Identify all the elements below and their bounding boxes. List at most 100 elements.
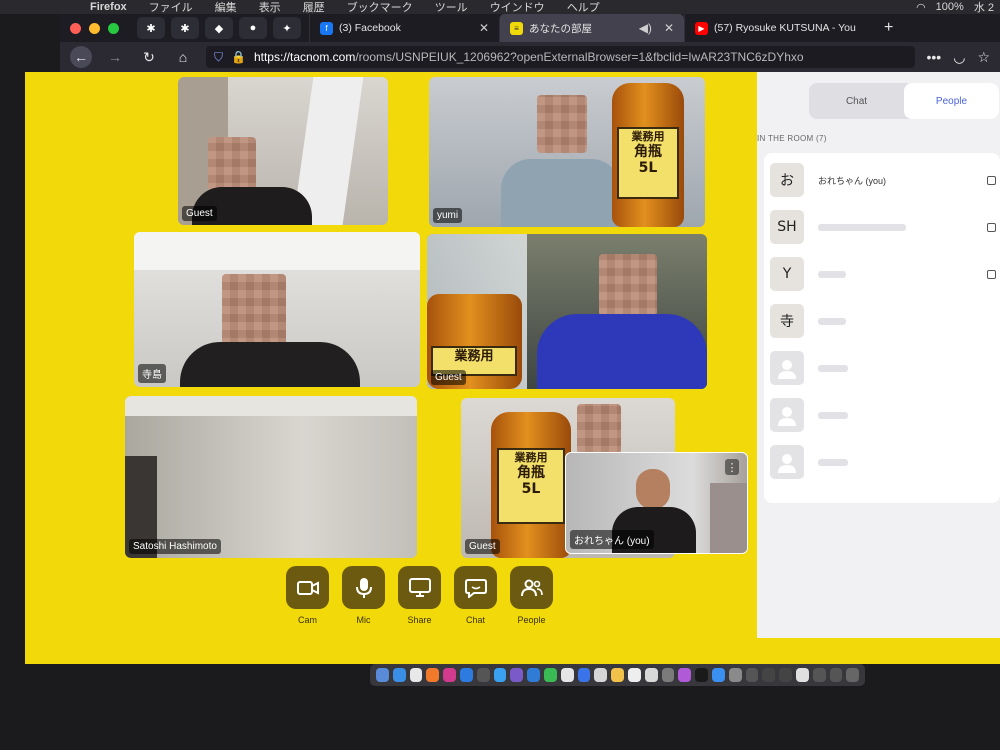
- mic-control: Mic: [342, 566, 385, 625]
- menu-help[interactable]: ヘルプ: [567, 0, 600, 14]
- podcasts-icon[interactable]: [678, 668, 692, 682]
- address-bar[interactable]: ⛉ 🔒 https://tacnom.com/rooms/USNPEIUK_12…: [206, 46, 915, 68]
- clock[interactable]: 水 2: [974, 0, 994, 14]
- app-icon[interactable]: [812, 668, 826, 682]
- close-tab-icon[interactable]: ✕: [664, 21, 674, 35]
- battery-percent[interactable]: 100%: [936, 1, 964, 13]
- close-window-icon[interactable]: [70, 22, 81, 34]
- app-icon[interactable]: [459, 668, 473, 682]
- app-icon[interactable]: [611, 668, 624, 682]
- video-tile[interactable]: 業務用 角瓶 5L yumi: [429, 77, 705, 227]
- list-item[interactable]: 寺: [770, 304, 996, 338]
- cam-button[interactable]: [286, 566, 329, 609]
- redacted-name: [818, 411, 848, 419]
- tab-chat[interactable]: Chat: [809, 83, 904, 119]
- close-tab-icon[interactable]: ✕: [479, 21, 489, 35]
- app-icon[interactable]: [644, 668, 658, 682]
- list-item[interactable]: SH: [770, 210, 996, 244]
- reload-button[interactable]: ↻: [138, 46, 160, 68]
- app-icon[interactable]: [661, 668, 675, 682]
- tab-facebook[interactable]: f (3) Facebook ✕: [309, 14, 499, 42]
- list-item[interactable]: Y: [770, 257, 996, 291]
- tab-audio-icon[interactable]: ◀): [639, 21, 652, 35]
- chrome-icon[interactable]: [409, 668, 423, 682]
- app-icon[interactable]: [779, 668, 792, 682]
- bookmark-star-icon[interactable]: ☆: [977, 49, 990, 66]
- menu-edit[interactable]: 編集: [215, 0, 237, 14]
- list-item[interactable]: [770, 398, 996, 432]
- finder-icon[interactable]: [376, 668, 389, 682]
- pinned-tabs: ✱ ✱ ◆ ● ✦: [129, 14, 309, 42]
- menu-app-name[interactable]: Firefox: [90, 1, 127, 13]
- tab-people[interactable]: People: [904, 83, 999, 119]
- app-icon[interactable]: [762, 668, 776, 682]
- app-icon[interactable]: [510, 668, 524, 682]
- app-icon[interactable]: [627, 668, 641, 682]
- url-host: https://tacnom.com: [253, 50, 356, 64]
- self-view-tile[interactable]: ⋮ おれちゃん (you): [565, 452, 748, 554]
- vscode-icon[interactable]: [527, 668, 540, 682]
- safari-icon[interactable]: [392, 668, 406, 682]
- list-item[interactable]: お おれちゃん (you): [770, 163, 996, 197]
- participant-name: おれちゃん (you): [570, 530, 654, 549]
- pinned-tab-slack-icon[interactable]: ✱: [171, 17, 199, 39]
- more-options-icon[interactable]: ⋮: [725, 459, 739, 475]
- trash-icon[interactable]: [846, 668, 860, 682]
- call-controls: Cam Mic Share Chat People: [286, 566, 553, 625]
- participant-name: Guest: [465, 539, 500, 554]
- zoom-window-icon[interactable]: [108, 22, 119, 34]
- new-tab-button[interactable]: +: [874, 14, 903, 42]
- app-icon[interactable]: [594, 668, 608, 682]
- mic-button[interactable]: [342, 566, 385, 609]
- forward-button[interactable]: →: [104, 46, 126, 68]
- browser-nav-bar: ← → ↻ ⌂ ⛉ 🔒 https://tacnom.com/rooms/USN…: [60, 42, 1000, 72]
- app-icon[interactable]: [829, 668, 843, 682]
- app-icon[interactable]: [560, 668, 574, 682]
- app-icon[interactable]: [795, 668, 809, 682]
- app-icon[interactable]: [493, 668, 507, 682]
- video-tile[interactable]: Satoshi Hashimoto: [125, 396, 417, 558]
- macos-menu-bar: Firefox ファイル 編集 表示 履歴 ブックマーク ツール ウインドウ ヘ…: [0, 0, 1000, 14]
- app-icon[interactable]: [577, 668, 591, 682]
- shield-icon[interactable]: ⛉: [214, 50, 223, 65]
- app-icon[interactable]: [476, 668, 490, 682]
- menu-history[interactable]: 履歴: [303, 0, 325, 14]
- tab-room[interactable]: ≡ あなたの部屋 ◀) ✕: [499, 14, 684, 42]
- messages-icon[interactable]: [543, 668, 557, 682]
- tv-icon[interactable]: [695, 668, 708, 682]
- menu-view[interactable]: 表示: [259, 0, 281, 14]
- tab-youtube[interactable]: ▶ (57) Ryosuke KUTSUNA - You: [684, 14, 874, 42]
- lock-icon[interactable]: 🔒: [231, 50, 246, 64]
- menu-file[interactable]: ファイル: [149, 0, 193, 14]
- redacted-name: [818, 364, 848, 372]
- pinned-tab-app-icon[interactable]: ●: [239, 17, 267, 39]
- menu-bookmarks[interactable]: ブックマーク: [347, 0, 413, 14]
- home-button[interactable]: ⌂: [172, 46, 194, 68]
- tab-title: (57) Ryosuke KUTSUNA - You: [714, 22, 856, 34]
- pocket-icon[interactable]: ◡: [953, 49, 965, 66]
- video-tile[interactable]: 業務用 Guest: [427, 234, 707, 389]
- app-icon[interactable]: [728, 668, 742, 682]
- camera-icon: [296, 580, 319, 595]
- share-button[interactable]: [398, 566, 441, 609]
- chat-button[interactable]: [454, 566, 497, 609]
- video-tile[interactable]: 寺島: [134, 232, 420, 387]
- firefox-icon[interactable]: [426, 668, 440, 682]
- participant-name: yumi: [433, 208, 463, 223]
- pinned-tab-twitter-icon[interactable]: ✦: [273, 17, 301, 39]
- back-button[interactable]: ←: [70, 46, 92, 68]
- pinned-tab-app-icon[interactable]: ◆: [205, 17, 233, 39]
- people-button[interactable]: [510, 566, 553, 609]
- list-item[interactable]: [770, 351, 996, 385]
- minimize-window-icon[interactable]: [89, 22, 100, 34]
- app-icon[interactable]: [443, 668, 456, 682]
- app-icon[interactable]: [745, 668, 759, 682]
- menu-tools[interactable]: ツール: [435, 0, 468, 14]
- menu-window[interactable]: ウインドウ: [490, 0, 545, 14]
- app-store-icon[interactable]: [711, 668, 725, 682]
- more-actions-icon[interactable]: •••: [927, 49, 942, 65]
- video-tile[interactable]: Guest: [178, 77, 388, 225]
- list-item[interactable]: [770, 445, 996, 479]
- pinned-tab-slack-icon[interactable]: ✱: [137, 17, 165, 39]
- wifi-icon[interactable]: ◠: [916, 1, 926, 14]
